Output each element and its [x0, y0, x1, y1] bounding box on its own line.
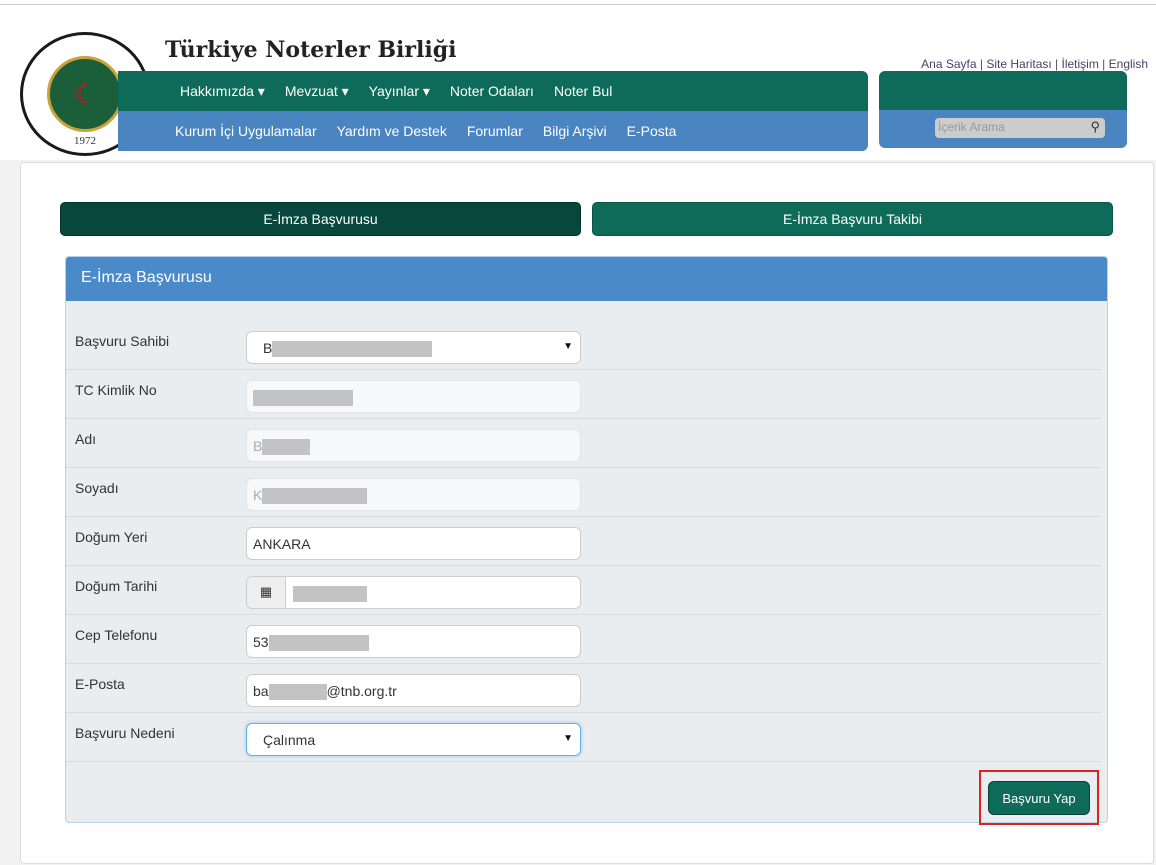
nav-mevzuat[interactable]: Mevzuat ▾ — [285, 83, 349, 100]
nav-e-posta[interactable]: E-Posta — [627, 123, 677, 139]
field-label: E-Posta — [75, 676, 125, 692]
form-row: Doğum Tarihi ▦ — [66, 566, 1101, 615]
form-row: Başvuru Nedeni Çalınma ▼ — [66, 713, 1101, 762]
link-home[interactable]: Ana Sayfa — [921, 57, 976, 71]
tab-e-imza-basvurusu[interactable]: E-İmza Başvurusu — [60, 202, 581, 236]
nav-yardim[interactable]: Yardım ve Destek — [337, 123, 447, 139]
field-label: Başvuru Nedeni — [75, 725, 175, 741]
form-title: E-İmza Başvurusu — [66, 257, 1107, 301]
field-label: Adı — [75, 431, 97, 447]
form-row: Cep Telefonu 53 — [66, 615, 1101, 664]
tc-kimlik-field[interactable] — [246, 380, 581, 413]
field-label: Soyadı — [75, 480, 119, 496]
form-row: Doğum Yeri ANKARA — [66, 517, 1101, 566]
nav-noter-bul[interactable]: Noter Bul — [554, 83, 612, 99]
field-value: ba — [253, 683, 269, 699]
birth-place-field[interactable]: ANKARA — [246, 527, 581, 560]
nav-noter-odalari[interactable]: Noter Odaları — [450, 83, 534, 99]
nav-yayinlar[interactable]: Yayınlar ▾ — [369, 83, 430, 100]
field-value-suffix: @tnb.org.tr — [326, 683, 397, 699]
form-panel: E-İmza Başvurusu Başvuru Sahibi B ▼ TC Ki… — [65, 256, 1108, 823]
field-value: B — [263, 340, 273, 356]
field-label: Başvuru Sahibi — [75, 333, 170, 349]
nav-hakkimizda[interactable]: Hakkımızda ▾ — [180, 83, 265, 100]
tab-e-imza-takibi[interactable]: E-İmza Başvuru Takibi — [592, 202, 1113, 236]
dropdown-arrow-icon: ▼ — [563, 341, 573, 352]
link-sitemap[interactable]: Site Haritası — [986, 57, 1051, 71]
nav-bilgi-arsivi[interactable]: Bilgi Arşivi — [543, 123, 607, 139]
submit-button[interactable]: Başvuru Yap — [988, 781, 1090, 815]
field-value: ANKARA — [253, 536, 311, 552]
field-label: Doğum Yeri — [75, 529, 148, 545]
top-links: Ana Sayfa | Site Haritası | İletişim | E… — [921, 57, 1148, 71]
search-input[interactable]: İçerik Arama ⚲ — [935, 118, 1105, 138]
field-label: Doğum Tarihi — [75, 578, 158, 594]
last-name-field[interactable]: K — [246, 478, 581, 511]
form-row: Adı B — [66, 419, 1101, 468]
form-row: Başvuru Sahibi B ▼ — [66, 321, 1101, 370]
field-value: Çalınma — [263, 732, 316, 748]
search-box: İçerik Arama ⚲ — [879, 71, 1127, 148]
form-row: Soyadı K — [66, 468, 1101, 517]
email-field[interactable]: ba @tnb.org.tr — [246, 674, 581, 707]
form-row: E-Posta ba @tnb.org.tr — [66, 664, 1101, 713]
primary-nav: Hakkımızda ▾ Mevzuat ▾ Yayınlar ▾ Noter … — [118, 71, 868, 111]
dropdown-arrow-icon: ▼ — [563, 733, 573, 744]
link-english[interactable]: English — [1109, 57, 1148, 71]
field-label: TC Kimlik No — [75, 382, 157, 398]
submit-highlight: Başvuru Yap — [979, 770, 1099, 825]
phone-field[interactable]: 53 — [246, 625, 581, 658]
nav-forumlar[interactable]: Forumlar — [467, 123, 523, 139]
field-label: Cep Telefonu — [75, 627, 158, 643]
secondary-nav: Kurum İçi Uygulamalar Yardım ve Destek F… — [118, 111, 868, 151]
applicant-select[interactable]: B ▼ — [246, 331, 581, 364]
field-value: K — [253, 487, 263, 503]
site-title: Türkiye Noterler Birliği — [165, 37, 457, 63]
link-contact[interactable]: İletişim — [1062, 57, 1099, 71]
field-value: 53 — [253, 634, 269, 650]
field-value: B — [253, 438, 263, 454]
search-icon[interactable]: ⚲ — [1090, 119, 1100, 135]
search-placeholder: İçerik Arama — [938, 120, 1005, 134]
nav-kurum-ici[interactable]: Kurum İçi Uygulamalar — [175, 123, 317, 139]
birth-date-field[interactable]: ▦ — [246, 576, 581, 609]
calendar-icon[interactable]: ▦ — [247, 577, 286, 608]
reason-select[interactable]: Çalınma ▼ — [246, 723, 581, 756]
form-row: TC Kimlik No — [66, 370, 1101, 419]
crescent-star-icon: ☾ — [47, 56, 123, 132]
first-name-field[interactable]: B — [246, 429, 581, 462]
